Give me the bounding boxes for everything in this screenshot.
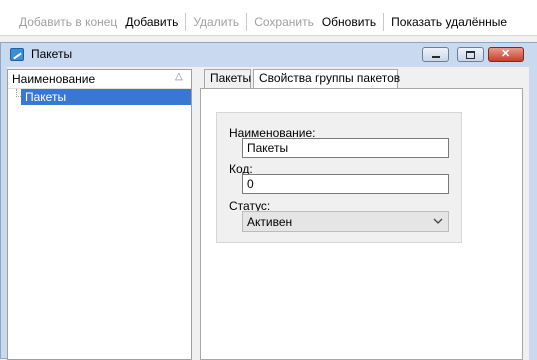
- toolbar-separator: [185, 13, 187, 31]
- save-button[interactable]: Сохранить: [250, 9, 318, 36]
- sort-ascending-icon: △: [175, 71, 183, 82]
- tree-item-packages[interactable]: Пакеты: [21, 89, 191, 105]
- show-deleted-button[interactable]: Показать удалённые: [387, 9, 511, 36]
- tree-column-header[interactable]: Наименование △: [8, 70, 191, 89]
- refresh-button[interactable]: Обновить: [318, 9, 380, 36]
- maximize-icon[interactable]: [457, 47, 484, 62]
- packages-window: Пакеты Наименование △ Пакеты Пакеты Свой…: [0, 42, 537, 360]
- code-field[interactable]: [242, 174, 449, 194]
- add-to-end-button[interactable]: Добавить в конец: [15, 9, 121, 36]
- tree-column-header-label: Наименование: [12, 72, 96, 86]
- name-field[interactable]: [242, 138, 449, 158]
- group-properties-page: Наименование: Код: Статус: Активен: [200, 88, 523, 360]
- packages-tree[interactable]: Наименование △ Пакеты: [7, 69, 192, 360]
- tab-packages[interactable]: Пакеты: [204, 69, 251, 88]
- close-icon[interactable]: [488, 47, 524, 62]
- tree-item-label: Пакеты: [25, 90, 67, 104]
- toolbar-separator: [383, 13, 385, 31]
- window-right-border: [529, 67, 537, 360]
- status-select[interactable]: Активен: [242, 211, 449, 232]
- chevron-down-icon: [433, 218, 443, 224]
- status-select-value: Активен: [247, 215, 293, 229]
- minimize-icon[interactable]: [422, 47, 449, 62]
- app-icon: [10, 48, 24, 61]
- delete-button[interactable]: Удалить: [189, 9, 243, 36]
- window-titlebar[interactable]: Пакеты: [1, 43, 537, 65]
- toolbar: Добавить в конец Добавить Удалить Сохран…: [0, 9, 537, 36]
- toolbar-separator: [246, 13, 248, 31]
- window-client-area: Наименование △ Пакеты Пакеты Свойства гр…: [7, 67, 529, 360]
- properties-group: Наименование: Код: Статус: Активен: [216, 112, 462, 243]
- window-title: Пакеты: [31, 47, 73, 61]
- tab-group-properties[interactable]: Свойства группы пакетов: [253, 69, 400, 89]
- add-button[interactable]: Добавить: [121, 9, 182, 36]
